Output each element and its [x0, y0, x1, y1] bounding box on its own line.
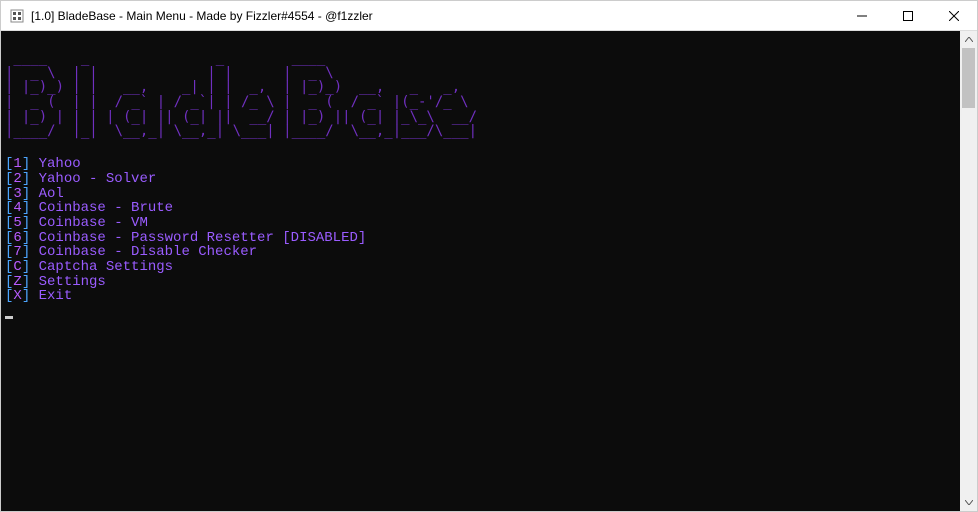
ascii-logo: ____ _ _ ____ | _ \ | | | | | _ \ | |_)_…	[5, 51, 960, 139]
menu-item[interactable]: [Z] Settings	[5, 275, 960, 290]
close-button[interactable]	[931, 1, 977, 30]
scrollbar-thumb[interactable]	[962, 48, 975, 108]
window-titlebar: [1.0] BladeBase - Main Menu - Made by Fi…	[1, 1, 977, 31]
window-title: [1.0] BladeBase - Main Menu - Made by Fi…	[31, 9, 839, 23]
scroll-down-button[interactable]	[960, 494, 977, 511]
menu-item[interactable]: [1] Yahoo	[5, 157, 960, 172]
menu-item[interactable]: [5] Coinbase - VM	[5, 216, 960, 231]
menu-list: [1] Yahoo [2] Yahoo - Solver [3] Aol [4]…	[1, 157, 960, 304]
app-icon	[9, 8, 25, 24]
text-cursor	[5, 316, 13, 319]
menu-item[interactable]: [2] Yahoo - Solver	[5, 172, 960, 187]
console[interactable]: ____ _ _ ____ | _ \ | | | | | _ \ | |_)_…	[1, 31, 960, 511]
maximize-button[interactable]	[885, 1, 931, 30]
menu-item[interactable]: [3] Aol	[5, 187, 960, 202]
menu-item[interactable]: [4] Coinbase - Brute	[5, 201, 960, 216]
menu-item[interactable]: [7] Coinbase - Disable Checker	[5, 245, 960, 260]
console-area: ____ _ _ ____ | _ \ | | | | | _ \ | |_)_…	[1, 31, 977, 511]
vertical-scrollbar[interactable]	[960, 31, 977, 511]
menu-item[interactable]: [X] Exit	[5, 289, 960, 304]
window-controls	[839, 1, 977, 30]
menu-item[interactable]: [6] Coinbase - Password Resetter [DISABL…	[5, 231, 960, 246]
scrollbar-track[interactable]	[960, 48, 977, 494]
menu-item[interactable]: [C] Captcha Settings	[5, 260, 960, 275]
scroll-up-button[interactable]	[960, 31, 977, 48]
minimize-button[interactable]	[839, 1, 885, 30]
